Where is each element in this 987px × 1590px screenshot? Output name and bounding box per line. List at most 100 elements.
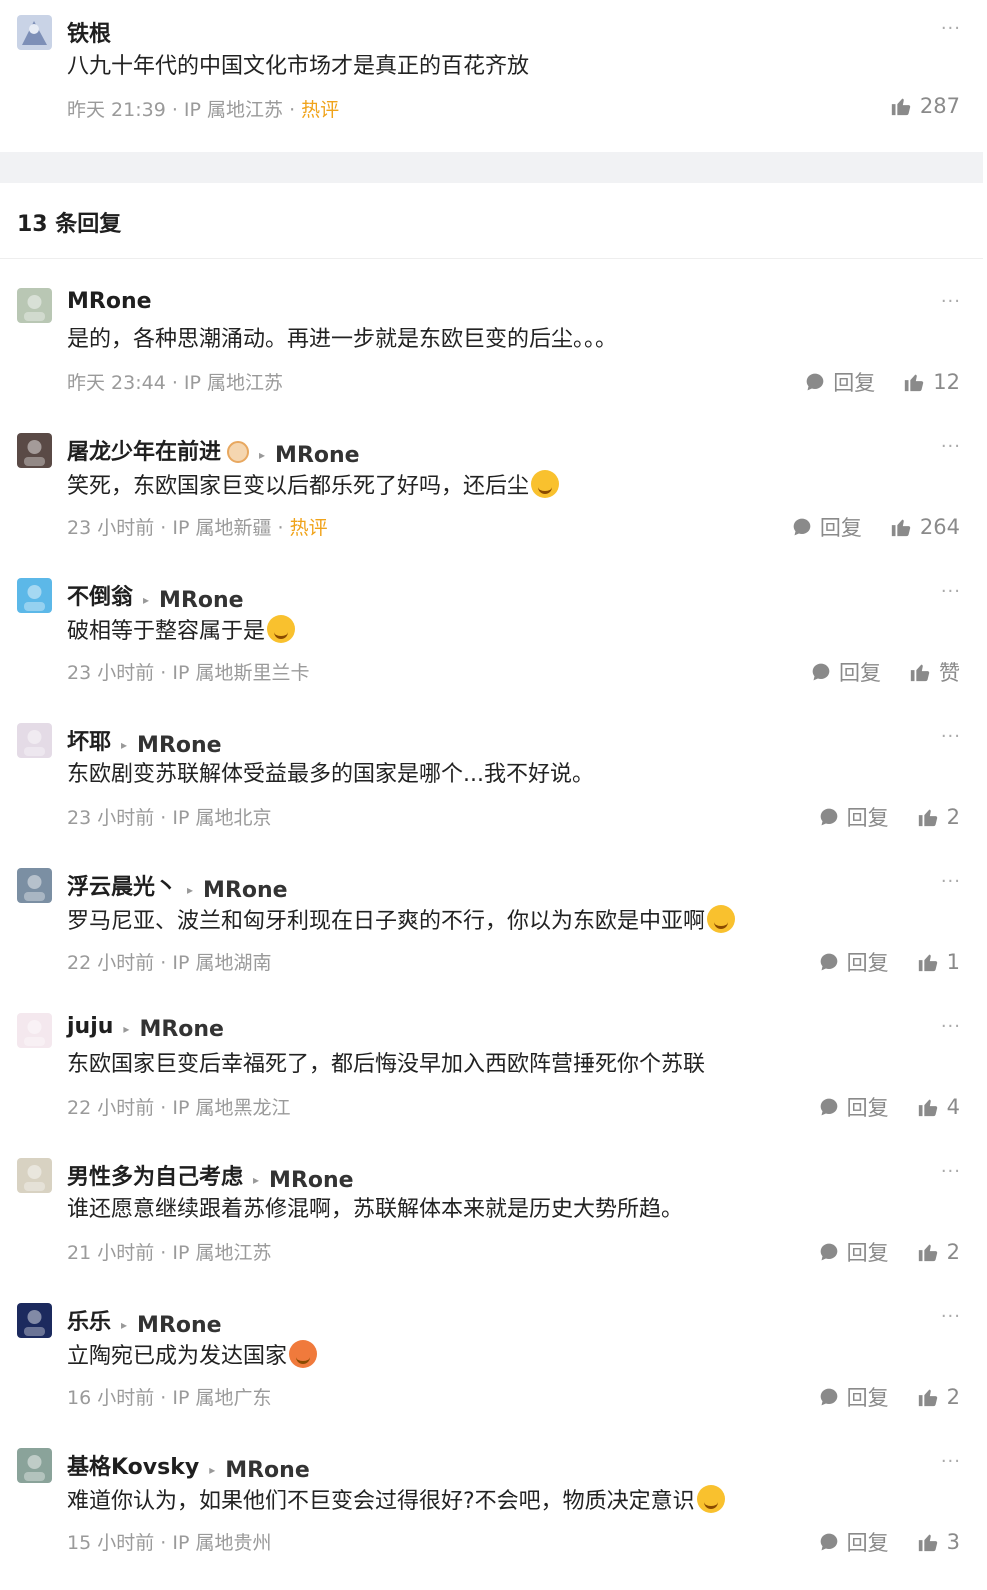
divider bbox=[0, 258, 983, 259]
reply-target-username[interactable]: MRone bbox=[137, 1313, 222, 1338]
reply-button[interactable]: 回复 bbox=[819, 1527, 889, 1557]
reply-target-username[interactable]: MRone bbox=[203, 878, 288, 903]
thumbs-up-icon bbox=[910, 664, 930, 682]
reply-target-username[interactable]: MRone bbox=[159, 588, 244, 613]
reply-author-line: MRone bbox=[67, 289, 152, 314]
like-button[interactable]: 2 bbox=[917, 805, 960, 829]
comment-meta: 22 小时前 · IP 属地湖南 bbox=[67, 948, 271, 975]
timestamp: 昨天 23:44 bbox=[67, 372, 166, 394]
caret-right-icon: ▸ bbox=[143, 593, 150, 607]
reply-button[interactable]: 回复 bbox=[819, 1382, 889, 1412]
thumbs-up-icon bbox=[918, 1534, 937, 1552]
comment-content: 立陶宛已成为发达国家 bbox=[67, 1340, 318, 1372]
reply-to: ▸ MRone bbox=[243, 1168, 354, 1193]
reply-label: 回复 bbox=[846, 1531, 889, 1555]
like-count: 287 bbox=[919, 94, 960, 118]
reply-target-username[interactable]: MRone bbox=[269, 1168, 354, 1193]
reply-label: 回复 bbox=[833, 371, 876, 395]
reply-target-username[interactable]: MRone bbox=[275, 443, 360, 468]
like-button[interactable]: 3 bbox=[917, 1530, 960, 1554]
reply-button[interactable]: 回复 bbox=[819, 802, 889, 832]
username[interactable]: 基格Kovsky bbox=[67, 1455, 199, 1480]
username[interactable]: 浮云晨光丶 bbox=[67, 875, 177, 900]
more-options-icon[interactable]: ··· bbox=[941, 1451, 961, 1472]
username[interactable]: 坏耶 bbox=[67, 730, 111, 755]
comment-actions: 回复 2 bbox=[819, 1237, 960, 1267]
avatar[interactable] bbox=[17, 1303, 52, 1338]
reply-button[interactable]: 回复 bbox=[792, 512, 862, 542]
username[interactable]: 屠龙少年在前进 bbox=[67, 440, 221, 465]
reply-target-username[interactable]: MRone bbox=[139, 1017, 224, 1042]
separator: · bbox=[165, 372, 184, 394]
separator: · bbox=[154, 952, 173, 974]
username[interactable]: 不倒翁 bbox=[67, 585, 133, 610]
ip-location: IP 属地北京 bbox=[172, 807, 272, 829]
reply-to: ▸ MRone bbox=[249, 443, 360, 468]
username[interactable]: MRone bbox=[67, 289, 152, 314]
comment-content: 难道你认为，如果他们不巨变会过得很好?不会吧，物质决定意识 bbox=[67, 1485, 725, 1517]
reply-button[interactable]: 回复 bbox=[805, 367, 875, 397]
more-options-icon[interactable]: ··· bbox=[941, 1306, 961, 1327]
timestamp: 22 小时前 bbox=[67, 952, 155, 974]
like-button[interactable]: 赞 bbox=[909, 657, 960, 687]
avatar[interactable] bbox=[17, 1448, 52, 1483]
separator: · bbox=[154, 1242, 173, 1264]
username[interactable]: 男性多为自己考虑 bbox=[67, 1165, 243, 1190]
more-options-icon[interactable]: ··· bbox=[941, 871, 961, 892]
avatar[interactable] bbox=[17, 288, 52, 323]
more-options-icon[interactable]: ··· bbox=[941, 1016, 961, 1037]
comment-content: 东欧剧变苏联解体受益最多的国家是哪个...我不好说。 bbox=[67, 760, 594, 790]
like-button[interactable]: 2 bbox=[917, 1240, 960, 1264]
like-button[interactable]: 264 bbox=[890, 515, 960, 539]
more-options-icon[interactable]: ··· bbox=[941, 18, 961, 39]
reply-target-username[interactable]: MRone bbox=[137, 733, 222, 758]
more-options-icon[interactable]: ··· bbox=[941, 436, 961, 457]
avatar[interactable] bbox=[17, 1013, 52, 1048]
comment-meta: 22 小时前 · IP 属地黑龙江 bbox=[67, 1093, 290, 1120]
reply-item: juju ▸ MRone ··· 东欧国家巨变后幸福死了，都后悔没早加入西欧阵营捶死你个… bbox=[0, 1010, 987, 1155]
like-button[interactable]: 4 bbox=[917, 1095, 960, 1119]
like-button[interactable]: 2 bbox=[917, 1385, 960, 1409]
ip-location: IP 属地江苏 bbox=[183, 99, 284, 121]
like-button[interactable]: 1 bbox=[917, 950, 960, 974]
avatar[interactable] bbox=[17, 433, 52, 468]
chat-bubble-icon bbox=[820, 1388, 837, 1406]
ip-location: IP 属地广东 bbox=[172, 1387, 272, 1409]
ip-location: IP 属地新疆 bbox=[172, 517, 272, 539]
reply-button[interactable]: 回复 bbox=[811, 657, 881, 687]
reply-label: 回复 bbox=[846, 806, 889, 830]
avatar[interactable] bbox=[17, 15, 52, 50]
comment-content: 是的，各种思潮涌动。再进一步就是东欧巨变的后尘。。。 bbox=[67, 325, 617, 355]
reply-target-username[interactable]: MRone bbox=[225, 1458, 310, 1483]
more-options-icon[interactable]: ··· bbox=[941, 581, 961, 602]
separator: · bbox=[154, 1097, 173, 1119]
more-options-icon[interactable]: ··· bbox=[941, 726, 961, 747]
thumbs-up-icon bbox=[918, 954, 937, 972]
comment-content: 破相等于整容属于是 bbox=[67, 615, 296, 647]
avatar[interactable] bbox=[17, 1158, 52, 1193]
reply-button[interactable]: 回复 bbox=[819, 1092, 889, 1122]
reply-button[interactable]: 回复 bbox=[819, 947, 889, 977]
avatar[interactable] bbox=[17, 723, 52, 758]
emoji-angry-icon bbox=[289, 1340, 318, 1368]
more-options-icon[interactable]: ··· bbox=[941, 291, 961, 312]
reply-author-line: 乐乐 ▸ MRone bbox=[67, 1304, 222, 1338]
comment-actions: 回复 赞 bbox=[811, 657, 960, 687]
like-button[interactable]: 287 bbox=[890, 94, 960, 118]
like-count: 3 bbox=[946, 1530, 960, 1554]
username[interactable]: 铁根 bbox=[67, 16, 111, 48]
reply-author-line: 屠龙少年在前进 ▸ MRone bbox=[67, 434, 360, 468]
like-button[interactable]: 12 bbox=[903, 370, 960, 394]
username[interactable]: 乐乐 bbox=[67, 1310, 111, 1335]
username[interactable]: juju bbox=[67, 1014, 113, 1039]
emoji-grin-icon bbox=[267, 615, 296, 643]
more-options-icon[interactable]: ··· bbox=[941, 1161, 961, 1182]
caret-right-icon: ▸ bbox=[123, 1022, 130, 1036]
thumbs-up-icon bbox=[905, 374, 924, 392]
comment-actions: 回复 12 bbox=[805, 367, 960, 397]
chat-bubble-icon bbox=[806, 373, 824, 391]
avatar[interactable] bbox=[17, 578, 52, 613]
reply-button[interactable]: 回复 bbox=[819, 1237, 889, 1267]
reply-item: 屠龙少年在前进 ▸ MRone ··· 笑死，东欧国家巨变以后都乐死了好吗，还后尘 23 … bbox=[0, 430, 987, 575]
avatar[interactable] bbox=[17, 868, 52, 903]
